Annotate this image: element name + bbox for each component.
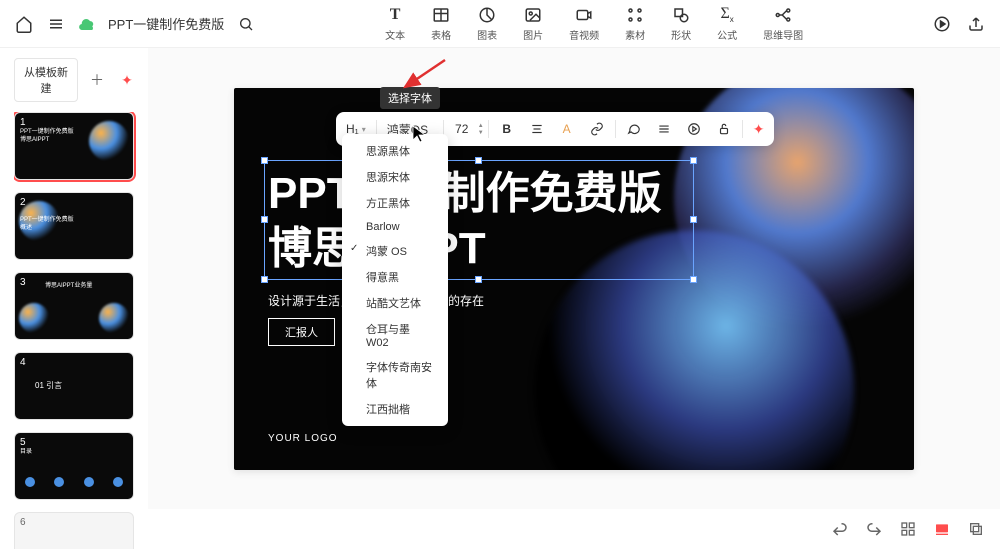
video-icon (574, 5, 594, 25)
sticker-icon (625, 5, 645, 25)
tool-text[interactable]: T 文本 (385, 5, 405, 42)
selection-box[interactable] (264, 160, 694, 280)
tool-mindmap[interactable]: 思维导图 (763, 5, 803, 42)
topbar-left: PPT一键制作免费版 (14, 14, 256, 34)
insert-tools: T 文本 表格 图表 图片 音视频 素材 形状 Σx 公式 (262, 5, 926, 42)
cloud-sync-icon (78, 15, 96, 33)
font-option[interactable]: 江西拙楷 (342, 396, 448, 422)
comment-button[interactable] (620, 116, 648, 142)
document-title[interactable]: PPT一键制作免费版 (108, 14, 224, 33)
font-option[interactable]: 思源黑体 (342, 138, 448, 164)
new-slide-row: 从模板新建 ＋ ✦ (14, 58, 148, 102)
table-icon (431, 5, 451, 25)
new-from-template-button[interactable]: 从模板新建 (14, 58, 78, 102)
slide-sidebar: 从模板新建 ＋ ✦ 1PPT一键制作免费版博思AIPPT 2PPT一键制作免费版… (0, 48, 148, 549)
home-icon[interactable] (14, 14, 34, 34)
font-size-spinner[interactable]: ▲▼ (478, 123, 484, 136)
slide-thumb-3[interactable]: 3博思AIPPT业务量 (14, 272, 140, 340)
image-icon (523, 5, 543, 25)
slide-thumb-6[interactable]: 6 (14, 512, 140, 549)
text-color-button[interactable]: A (553, 116, 581, 142)
ai-sparkle-button[interactable]: ✦ (116, 69, 138, 91)
slide-thumb-2[interactable]: 2PPT一键制作免费版概述 (14, 192, 140, 260)
font-option[interactable]: 得意黑 (342, 264, 448, 290)
lock-button[interactable] (710, 116, 738, 142)
topbar-right (932, 14, 986, 34)
tool-sticker[interactable]: 素材 (625, 5, 645, 42)
font-dropdown: 思源黑体 思源宋体 方正黑体 Barlow 鸿蒙 OS 得意黑 站酷文艺体 仓耳… (342, 134, 448, 426)
font-option[interactable]: 字体传奇南安体 (342, 354, 448, 396)
font-option[interactable]: 思源宋体 (342, 164, 448, 190)
font-option-selected[interactable]: 鸿蒙 OS (342, 238, 448, 264)
slide-logo-text[interactable]: YOUR LOGO (268, 433, 338, 444)
slide-thumb-1[interactable]: 1PPT一键制作免费版博思AIPPT (14, 112, 140, 180)
menu-icon[interactable] (46, 14, 66, 34)
link-button[interactable] (583, 116, 611, 142)
tool-video[interactable]: 音视频 (569, 5, 599, 42)
font-option[interactable]: 仓耳与墨 W02 (342, 316, 448, 354)
align-button[interactable] (523, 116, 551, 142)
chart-icon (477, 5, 497, 25)
font-option[interactable]: Barlow (342, 216, 448, 238)
present-view-icon[interactable] (932, 519, 952, 539)
font-option[interactable]: 方正黑体 (342, 190, 448, 216)
add-slide-button[interactable]: ＋ (86, 69, 108, 91)
top-bar: PPT一键制作免费版 T 文本 表格 图表 图片 音视频 素材 (0, 0, 1000, 48)
animation-button[interactable] (680, 116, 708, 142)
font-tooltip: 选择字体 (380, 87, 440, 109)
mindmap-icon (773, 5, 793, 25)
tool-image[interactable]: 图片 (523, 5, 543, 42)
tool-shape[interactable]: 形状 (671, 5, 691, 42)
shape-icon (671, 5, 691, 25)
slide-thumbnails: 1PPT一键制作免费版博思AIPPT 2PPT一键制作免费版概述 3博思AIPP… (14, 112, 148, 549)
font-size-input[interactable]: 72 (448, 116, 476, 142)
slide-thumb-4[interactable]: 401 引言 (14, 352, 140, 420)
tool-chart[interactable]: 图表 (477, 5, 497, 42)
distribute-button[interactable] (650, 116, 678, 142)
bottom-bar (830, 519, 986, 539)
slide-thumb-5[interactable]: 5目录 (14, 432, 140, 500)
slide-reporter-button[interactable]: 汇报人 (268, 318, 335, 346)
grid-view-icon[interactable] (898, 519, 918, 539)
tool-table[interactable]: 表格 (431, 5, 451, 42)
layers-icon[interactable] (966, 519, 986, 539)
ai-assist-button[interactable]: ✦ (747, 116, 771, 142)
formula-icon: Σx (717, 5, 737, 25)
share-icon[interactable] (966, 14, 986, 34)
text-icon: T (385, 5, 405, 25)
redo-icon[interactable] (864, 519, 884, 539)
play-icon[interactable] (932, 14, 952, 34)
font-option[interactable]: 站酷文艺体 (342, 290, 448, 316)
search-icon[interactable] (236, 14, 256, 34)
bold-button[interactable]: B (493, 116, 521, 142)
tool-formula[interactable]: Σx 公式 (717, 5, 737, 42)
undo-icon[interactable] (830, 519, 850, 539)
